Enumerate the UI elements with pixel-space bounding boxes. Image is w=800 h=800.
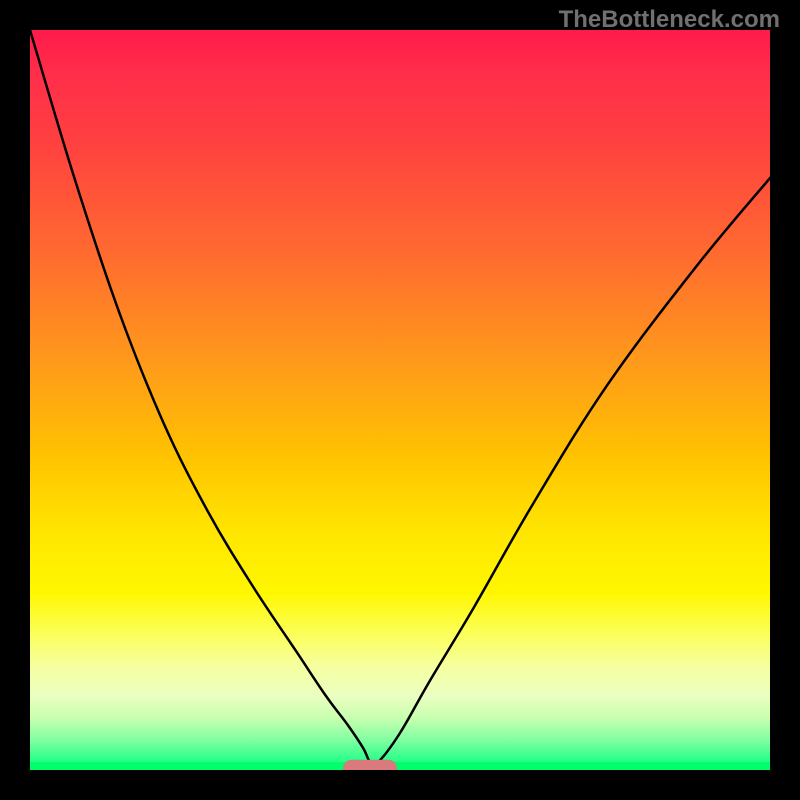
chart-container: TheBottleneck.com: [0, 0, 800, 800]
watermark-text: TheBottleneck.com: [559, 6, 780, 34]
bottleneck-curve: [30, 30, 770, 766]
optimum-marker: [343, 760, 397, 770]
curve-svg: [30, 30, 770, 770]
plot-area: [30, 30, 770, 770]
